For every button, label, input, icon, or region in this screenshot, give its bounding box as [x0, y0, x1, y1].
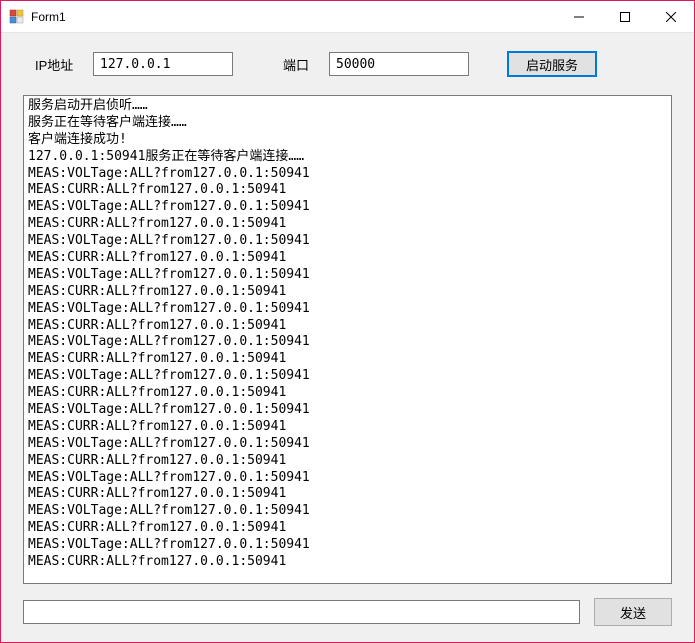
close-button[interactable]: [648, 1, 694, 32]
port-input[interactable]: [329, 52, 469, 76]
titlebar[interactable]: Form1: [1, 1, 694, 33]
window-title: Form1: [31, 10, 556, 24]
connection-row: IP地址 端口 启动服务: [23, 51, 672, 77]
send-input[interactable]: [23, 600, 580, 624]
ip-input[interactable]: [93, 52, 233, 76]
send-row: 发送: [23, 598, 672, 626]
start-service-button[interactable]: 启动服务: [507, 51, 597, 77]
client-area: IP地址 端口 启动服务 服务启动开启侦听…… 服务正在等待客户端连接…… 客户…: [1, 33, 694, 642]
ip-label: IP地址: [23, 55, 93, 74]
maximize-icon: [620, 12, 630, 22]
port-label: 端口: [271, 55, 321, 74]
minimize-button[interactable]: [556, 1, 602, 32]
window-controls: [556, 1, 694, 32]
log-textarea[interactable]: 服务启动开启侦听…… 服务正在等待客户端连接…… 客户端连接成功! 127.0.…: [23, 95, 672, 584]
maximize-button[interactable]: [602, 1, 648, 32]
send-button[interactable]: 发送: [594, 598, 672, 626]
minimize-icon: [574, 12, 584, 22]
close-icon: [666, 12, 676, 22]
window-frame: Form1 IP地址 端口 启动服务 服务启动开启侦听…… 服务正在等待客户端连…: [0, 0, 695, 643]
app-icon: [9, 9, 25, 25]
